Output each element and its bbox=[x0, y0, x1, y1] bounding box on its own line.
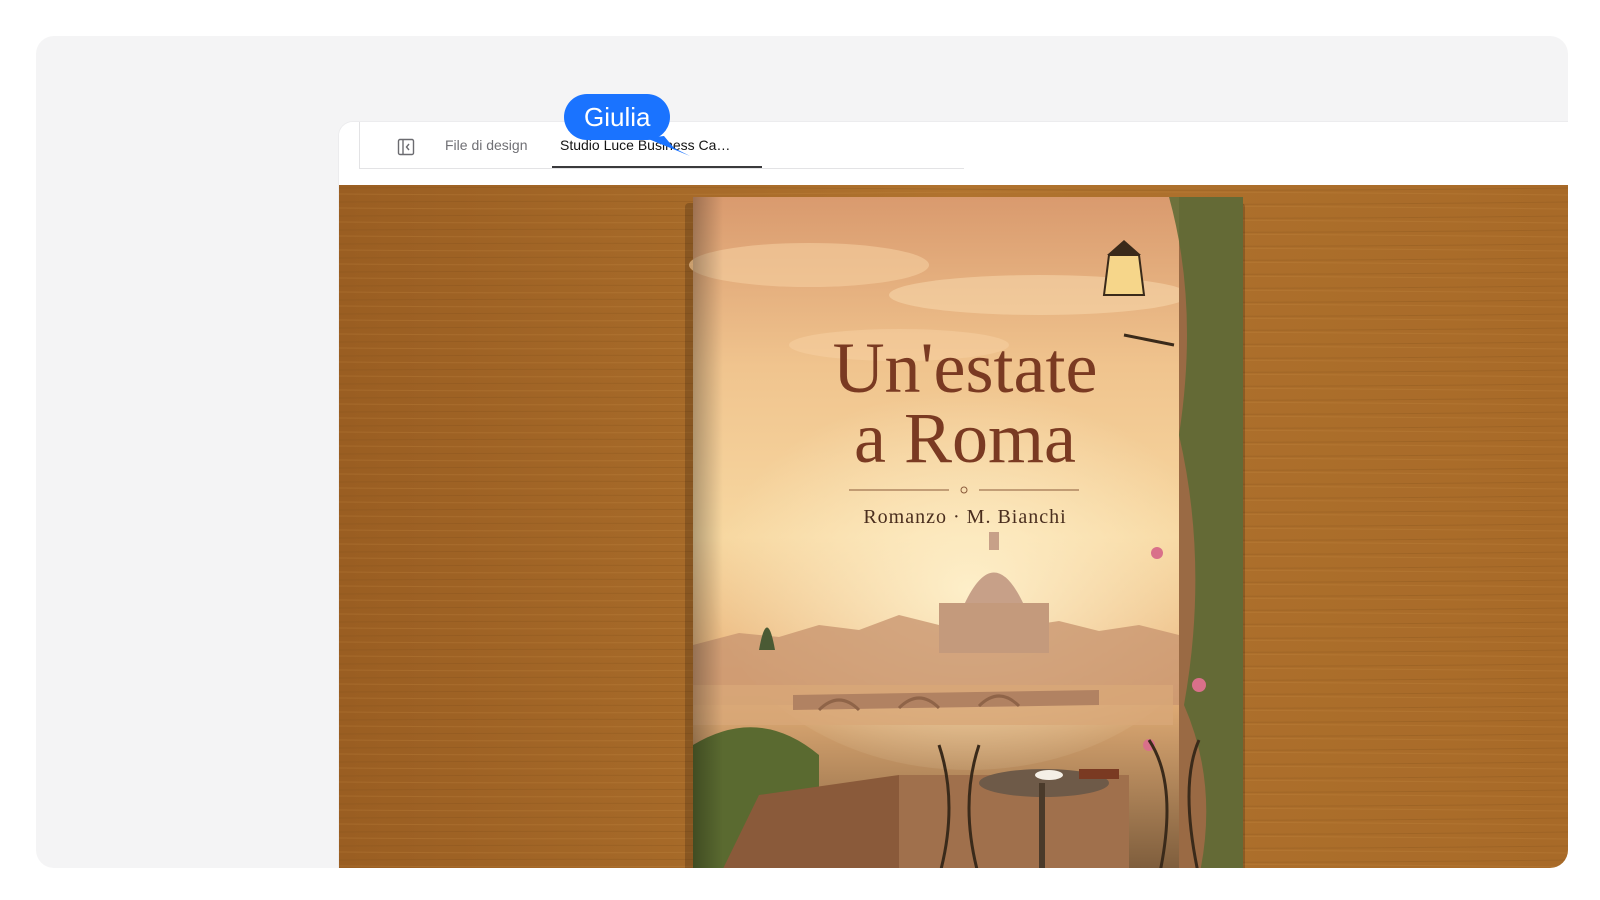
canvas-background: File di design Studio Luce Business Ca… bbox=[36, 36, 1568, 868]
book-title-line1: Un'estate bbox=[833, 328, 1098, 408]
sidebar-toggle-icon[interactable] bbox=[396, 137, 416, 157]
tab-bar: File di design Studio Luce Business Ca… bbox=[339, 122, 1568, 186]
book-subtitle: Romanzo · M. Bianchi bbox=[863, 506, 1066, 528]
app-window: File di design Studio Luce Business Ca… bbox=[339, 122, 1568, 868]
collaborator-cursor-icon bbox=[646, 136, 690, 156]
book-cover: Un'estate a Roma Romanzo · M. Bianchi bbox=[689, 197, 1243, 868]
active-tab-indicator bbox=[552, 166, 762, 168]
book-title-line2: a Roma bbox=[854, 398, 1076, 478]
book-mockup-image: Un'estate a Roma Romanzo · M. Bianchi bbox=[339, 185, 1568, 868]
tab-design-files[interactable]: File di design bbox=[445, 122, 528, 168]
image-preview: Un'estate a Roma Romanzo · M. Bianchi bbox=[339, 185, 1568, 868]
